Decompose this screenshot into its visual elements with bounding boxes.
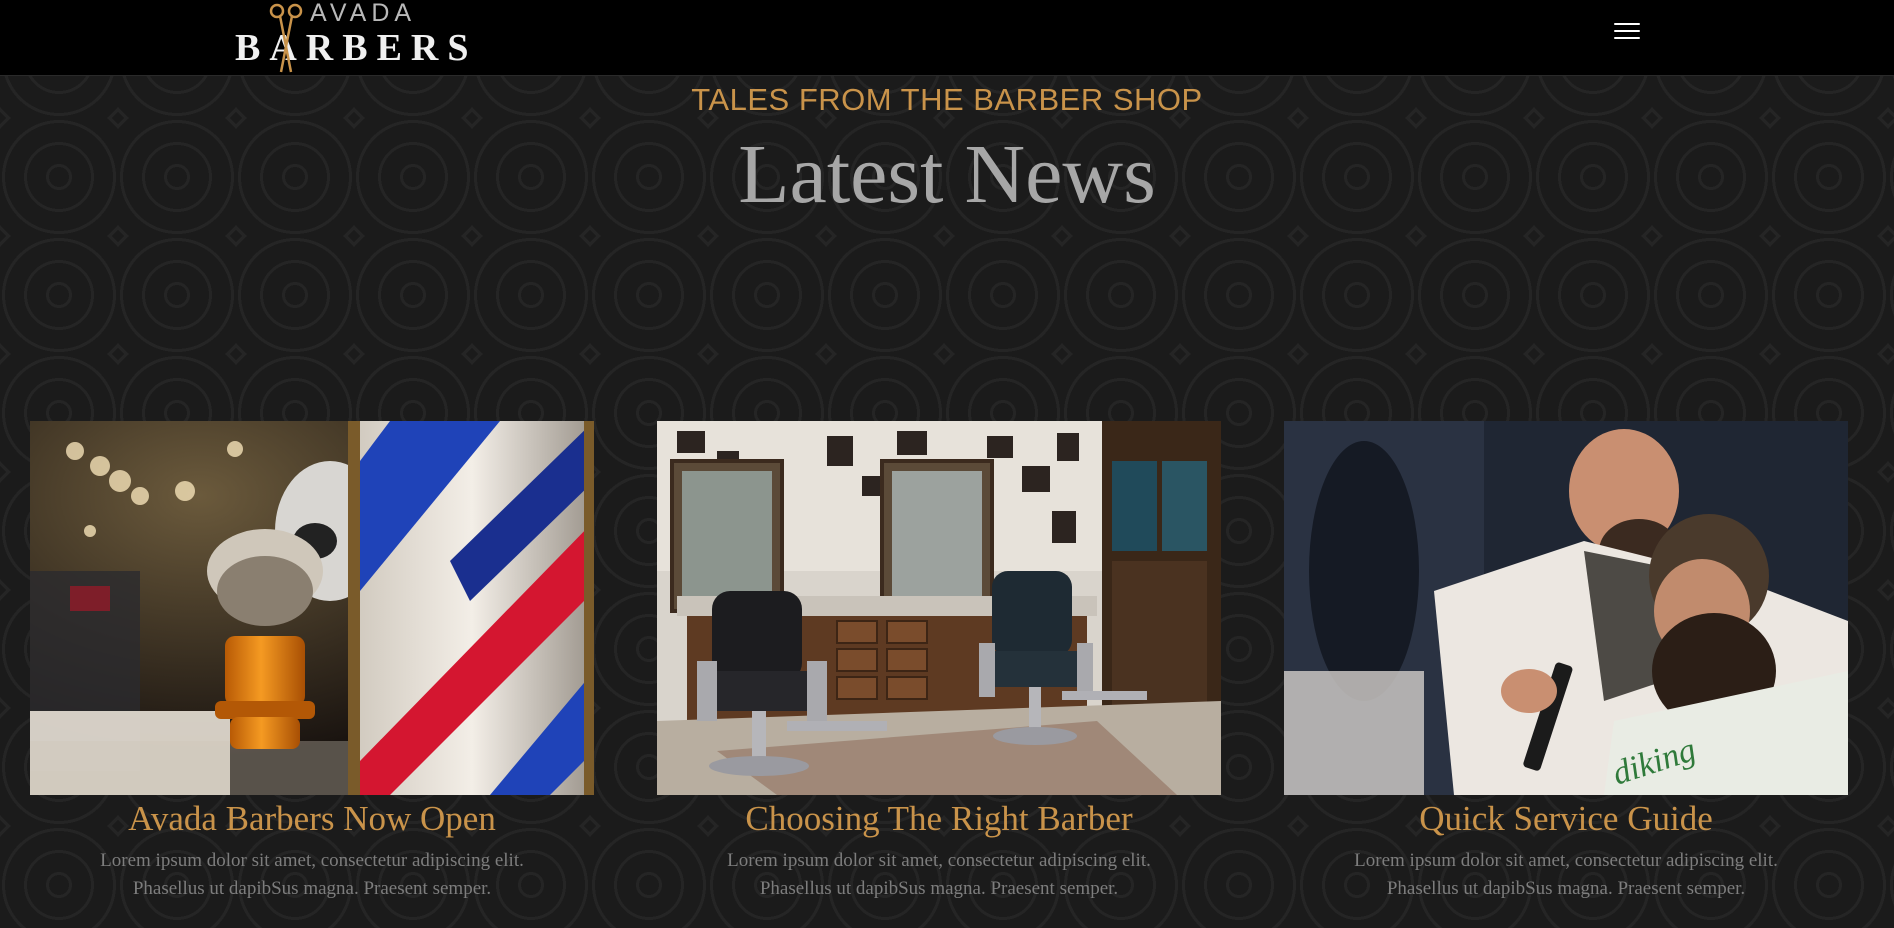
post-title[interactable]: Quick Service Guide [1284,799,1848,839]
excerpt-line: Phasellus ut dapibSus magna. Praesent se… [132,878,492,899]
scissors-icon [269,3,303,73]
excerpt-line: Phasellus ut dapibSus magna. Praesent se… [759,878,1119,899]
top-navigation-bar: AVADA BARBERS [0,0,1894,76]
section-title: Latest News [738,128,1156,221]
post-title[interactable]: Choosing The Right Barber [657,799,1221,839]
post-image[interactable] [657,421,1221,795]
excerpt-line: Phasellus ut dapibSus magna. Praesent se… [1386,878,1746,899]
post-excerpt: Lorem ipsum dolor sit amet, consectetur … [30,847,594,903]
excerpt-line: Lorem ipsum dolor sit amet, consectetur … [727,850,1151,871]
excerpt-line: Lorem ipsum dolor sit amet, consectetur … [100,850,524,871]
post-image[interactable] [30,421,594,795]
post-excerpt: Lorem ipsum dolor sit amet, consectetur … [1284,847,1848,903]
news-card[interactable]: Choosing The Right Barber Lorem ipsum do… [657,421,1221,899]
barber-trimming-beard-photo: diking [1284,421,1848,795]
post-excerpt: Lorem ipsum dolor sit amet, consectetur … [657,847,1221,903]
site-logo[interactable]: AVADA BARBERS [235,0,469,75]
section-eyebrow: TALES FROM THE BARBER SHOP [691,82,1203,117]
logo-top-text: AVADA [310,0,417,27]
excerpt-line: Lorem ipsum dolor sit amet, consectetur … [1354,850,1778,871]
news-card[interactable]: diking Quick Service Guide Lorem ipsum d… [1284,421,1848,899]
post-title[interactable]: Avada Barbers Now Open [30,799,594,839]
hamburger-menu-icon[interactable] [1614,18,1640,44]
post-image[interactable]: diking [1284,421,1848,795]
barber-shop-chairs-photo [657,421,1221,795]
shaving-brush-and-barber-pole-photo [30,421,594,795]
news-card[interactable]: Avada Barbers Now Open Lorem ipsum dolor… [30,421,594,899]
